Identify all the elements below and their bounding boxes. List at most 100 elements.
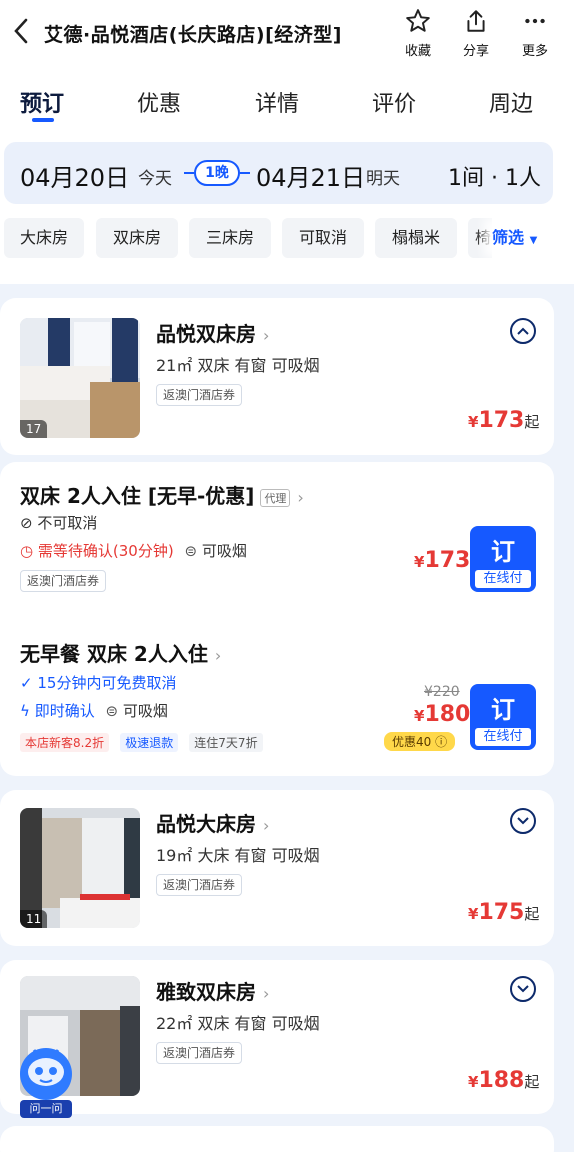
room-guest-count[interactable]: 1间 · 1人 [448, 160, 541, 192]
book-button[interactable]: 订 在线付 [470, 526, 536, 592]
currency-symbol: ¥ [468, 905, 479, 923]
room-price: ¥188起 [468, 1068, 539, 1093]
star-icon [406, 9, 430, 32]
rate-plan-price: ¥180 [414, 702, 470, 727]
checkout-day: 明天 [366, 169, 400, 189]
rate-plan-name[interactable]: 无早餐 双床 2人入住 › [20, 638, 221, 667]
share-button[interactable]: 分享 [451, 8, 501, 59]
back-button[interactable] [8, 14, 34, 48]
confirm-info: ◷ 需等待确认(30分钟) ⊜ 可吸烟 [20, 540, 247, 561]
no-cancel-icon: ⊘ [20, 514, 33, 532]
room-name[interactable]: 雅致双床房 › [156, 976, 269, 1005]
confirm-info: ϟ 即时确认 ⊜ 可吸烟 [20, 700, 168, 721]
room-photo[interactable]: 17 [20, 318, 140, 438]
clock-icon: ◷ [20, 542, 34, 560]
assistant-label: 问一问 [20, 1100, 72, 1118]
more-icon [525, 18, 545, 24]
promo-tag: 本店新客8.2折 [20, 733, 110, 752]
chevron-left-icon [14, 18, 28, 44]
chevron-right-icon: › [262, 816, 270, 835]
confirm-text: 需等待确认(30分钟) [37, 542, 174, 560]
book-button-label: 订 [491, 696, 515, 724]
filter-chip-tatami[interactable]: 榻榻米 [375, 218, 457, 258]
assistant-button[interactable]: 问一问 [14, 1040, 78, 1120]
favorite-button[interactable]: 收藏 [393, 8, 443, 59]
expand-toggle[interactable] [510, 976, 536, 1002]
collapse-toggle[interactable] [510, 318, 536, 344]
room-name[interactable]: 品悦双床房 › [156, 318, 269, 347]
room-price: ¥175起 [468, 900, 539, 925]
chevron-right-icon: › [297, 488, 304, 507]
smoking-icon: ⊜ [105, 702, 119, 720]
price-value: 180 [424, 702, 471, 727]
book-button-label: 订 [491, 538, 515, 566]
info-icon: ⓘ [435, 735, 448, 749]
price-suffix: 起 [524, 413, 540, 431]
expand-toggle[interactable] [510, 808, 536, 834]
nights-line-left [184, 172, 194, 174]
rate-plan-name[interactable]: 双床 2人入住 [无早-优惠] 代理 › [20, 480, 304, 509]
room-card[interactable] [0, 1126, 554, 1152]
nights-line-right [240, 172, 250, 174]
header: 艾德·品悦酒店(长庆路店)[经济型] 收藏 分享 更多 [0, 0, 574, 70]
filter-chip-cancellable[interactable]: 可取消 [282, 218, 364, 258]
agent-tag: 代理 [260, 488, 291, 507]
room-name-text: 品悦大床房 [156, 812, 256, 836]
room-photo[interactable]: 11 [20, 808, 140, 928]
photo-count: 17 [20, 420, 48, 438]
photo-count: 11 [20, 910, 48, 928]
more-button[interactable]: 更多 [510, 8, 560, 59]
filter-chip-king[interactable]: 大床房 [4, 218, 84, 258]
rate-plan-list: 双床 2人入住 [无早-优惠] 代理 › ⊘ 不可取消 ◷ 需等待确认(30分钟)… [0, 462, 554, 776]
room-card[interactable]: 雅致双床房 › 22㎡ 双床 有窗 可吸烟 返澳门酒店券 ¥188起 [0, 960, 554, 1114]
tab-booking[interactable]: 预订 [20, 86, 64, 118]
currency-symbol: ¥ [468, 1073, 479, 1091]
lightning-icon: ϟ [20, 702, 30, 720]
more-label: 更多 [521, 44, 548, 59]
caret-down-icon: ▼ [529, 235, 538, 246]
checkout-date: 04月21日 [256, 164, 366, 192]
price-suffix: 起 [524, 1073, 540, 1091]
room-name[interactable]: 品悦大床房 › [156, 808, 269, 837]
book-button-sub: 在线付 [475, 570, 531, 588]
filter-chip-triple[interactable]: 三床房 [189, 218, 271, 258]
room-description: 21㎡ 双床 有窗 可吸烟 [156, 356, 320, 375]
hotel-title: 艾德·品悦酒店(长庆路店)[经济型] [44, 24, 342, 46]
discount-badge: 优惠40 ⓘ [384, 732, 456, 751]
book-button-sub: 在线付 [475, 728, 531, 746]
voucher-badge: 返澳门酒店券 [20, 570, 107, 592]
rate-plan-name-text: 无早餐 双床 2人入住 [20, 642, 208, 666]
room-price: ¥173起 [468, 408, 539, 433]
tab-details[interactable]: 详情 [255, 86, 299, 118]
chevron-right-icon: › [214, 646, 222, 665]
rate-plan-name-text: 双床 2人入住 [无早-优惠] [20, 484, 255, 508]
filter-button[interactable]: 筛选 ▼ [492, 218, 574, 258]
checkin-date: 04月20日 [20, 164, 130, 192]
chevron-right-icon: › [262, 326, 270, 345]
chevron-down-icon [517, 817, 529, 825]
price-suffix: 起 [524, 905, 540, 923]
price-value: 188 [478, 1068, 525, 1093]
cancel-policy: ⊘ 不可取消 [20, 512, 97, 533]
tab-deals[interactable]: 优惠 [137, 86, 181, 118]
checkin-day: 今天 [138, 169, 172, 189]
room-card[interactable]: 17 品悦双床房 › 21㎡ 双床 有窗 可吸烟 返澳门酒店券 ¥173起 [0, 298, 554, 455]
filter-bar: 大床房 双床房 三床房 可取消 榻榻米 椅 筛选 ▼ [0, 208, 574, 284]
tab-nearby[interactable]: 周边 [489, 86, 533, 118]
room-card[interactable]: 11 品悦大床房 › 19㎡ 大床 有窗 可吸烟 返澳门酒店券 ¥175起 [0, 790, 554, 946]
chevron-right-icon: › [262, 984, 270, 1003]
promo-tags: 本店新客8.2折 极速退款 连住7天7折 [20, 732, 269, 752]
price-value: 175 [478, 900, 525, 925]
chevron-down-icon [517, 985, 529, 993]
currency-symbol: ¥ [468, 413, 479, 431]
book-button[interactable]: 订 在线付 [470, 684, 536, 750]
rate-plan-price: ¥173 [414, 548, 470, 573]
robot-assistant-icon [20, 1048, 72, 1100]
room-description: 19㎡ 大床 有窗 可吸烟 [156, 846, 320, 865]
check-circle-icon: ✓ [20, 674, 33, 692]
room-description: 22㎡ 双床 有窗 可吸烟 [156, 1014, 320, 1033]
filter-chip-twin[interactable]: 双床房 [96, 218, 178, 258]
tab-reviews[interactable]: 评价 [372, 86, 416, 118]
date-selector[interactable]: 04月20日 今天 1晚 04月21日 明天 1间 · 1人 [4, 142, 553, 204]
nights-badge: 1晚 [194, 160, 240, 186]
